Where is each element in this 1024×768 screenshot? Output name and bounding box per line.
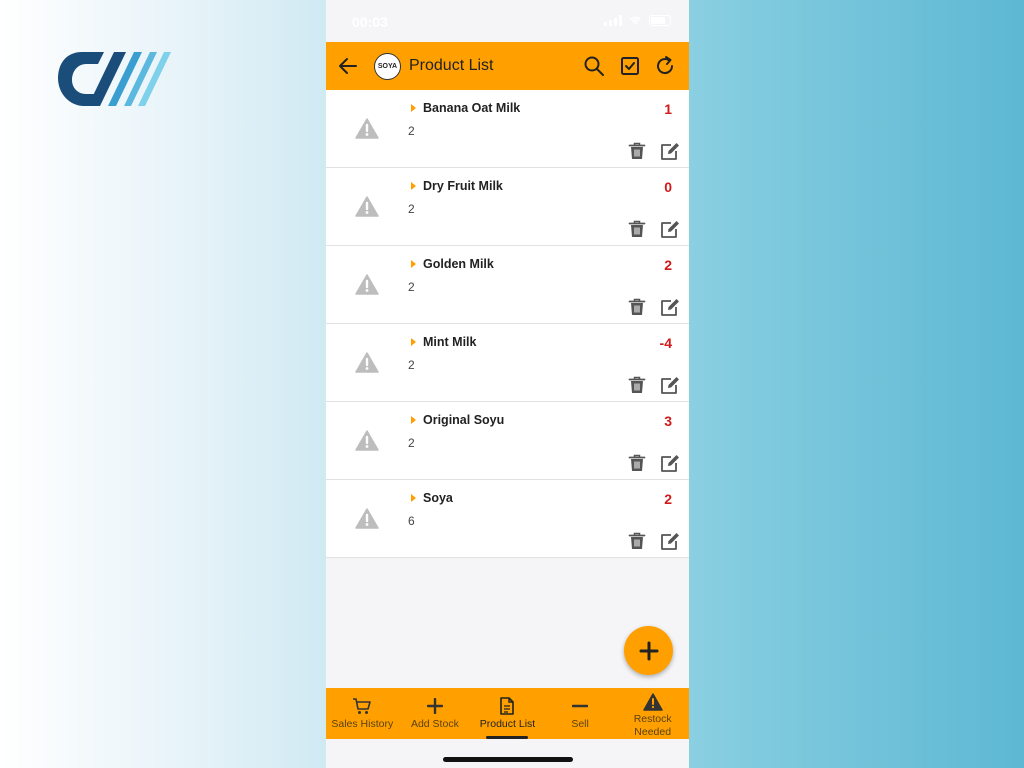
trash-icon[interactable] <box>628 532 646 550</box>
warning-icon <box>355 430 379 451</box>
document-icon <box>500 697 515 715</box>
plus-icon <box>426 698 443 714</box>
product-subtext: 6 <box>408 514 415 528</box>
nav-product-list[interactable]: Product List <box>471 688 544 739</box>
warning-icon <box>355 118 379 139</box>
expand-caret-icon[interactable] <box>411 182 416 190</box>
product-list: Banana Oat Milk 2 1 Dry Fruit Milk 2 0 G… <box>326 90 689 558</box>
minus-icon <box>572 704 589 708</box>
warning-icon <box>642 692 663 711</box>
app-logo: SOYA <box>374 53 401 80</box>
product-name: Soya <box>423 491 453 505</box>
edit-icon[interactable] <box>660 376 680 394</box>
expand-caret-icon[interactable] <box>411 104 416 112</box>
edit-icon[interactable] <box>660 454 680 472</box>
trash-icon[interactable] <box>628 454 646 472</box>
product-row[interactable]: Mint Milk 2 -4 <box>326 324 689 402</box>
product-name: Original Soyu <box>423 413 505 427</box>
trash-icon[interactable] <box>628 220 646 238</box>
product-subtext: 2 <box>408 436 415 450</box>
product-subtext: 2 <box>408 280 415 294</box>
home-indicator-area <box>326 739 689 768</box>
product-row[interactable]: Dry Fruit Milk 2 0 <box>326 168 689 246</box>
battery-icon <box>649 15 671 26</box>
nav-sell[interactable]: Sell <box>544 688 617 739</box>
warning-icon <box>355 274 379 295</box>
home-indicator[interactable] <box>443 757 573 762</box>
status-time: 00:03 <box>352 14 388 30</box>
nav-restock-needed[interactable]: Restock Needed <box>616 688 689 739</box>
add-product-button[interactable] <box>624 626 673 675</box>
trash-icon[interactable] <box>628 298 646 316</box>
edit-icon[interactable] <box>660 220 680 238</box>
nav-label: Restock Needed <box>633 713 672 738</box>
bottom-nav: Sales History Add Stock Product List Sel… <box>326 688 689 739</box>
product-row[interactable]: Original Soyu 2 3 <box>326 402 689 480</box>
product-row[interactable]: Soya 6 2 <box>326 480 689 558</box>
nav-sales-history[interactable]: Sales History <box>326 688 399 739</box>
wifi-icon <box>629 16 642 25</box>
back-arrow-icon[interactable] <box>336 54 360 78</box>
product-name: Golden Milk <box>423 257 494 271</box>
trash-icon[interactable] <box>628 376 646 394</box>
product-subtext: 2 <box>408 202 415 216</box>
product-name: Banana Oat Milk <box>423 101 521 115</box>
refresh-icon[interactable] <box>653 54 677 78</box>
nav-label: Sales History <box>331 718 394 730</box>
warning-icon <box>355 352 379 373</box>
product-row[interactable]: Banana Oat Milk 2 1 <box>326 90 689 168</box>
product-subtext: 2 <box>408 124 415 138</box>
product-quantity: 2 <box>664 257 672 273</box>
edit-icon[interactable] <box>660 532 680 550</box>
phone-screen: 00:03 SOYA Product List Banana Oat Milk … <box>326 0 689 768</box>
nav-label: Sell <box>571 718 589 730</box>
signal-icon <box>604 15 622 26</box>
app-logo-text: SOYA <box>377 63 398 70</box>
page-title: Product List <box>409 57 494 74</box>
status-bar: 00:03 <box>326 0 689 42</box>
product-row[interactable]: Golden Milk 2 2 <box>326 246 689 324</box>
product-subtext: 2 <box>408 358 415 372</box>
expand-caret-icon[interactable] <box>411 338 416 346</box>
checkbox-icon[interactable] <box>618 54 642 78</box>
expand-caret-icon[interactable] <box>411 260 416 268</box>
product-quantity: 1 <box>664 101 672 117</box>
trash-icon[interactable] <box>628 142 646 160</box>
product-name: Mint Milk <box>423 335 477 349</box>
product-quantity: 2 <box>664 491 672 507</box>
app-bar: SOYA Product List <box>326 42 689 90</box>
edit-icon[interactable] <box>660 298 680 316</box>
product-quantity: 3 <box>664 413 672 429</box>
expand-caret-icon[interactable] <box>411 494 416 502</box>
nav-add-stock[interactable]: Add Stock <box>399 688 472 739</box>
plus-icon <box>639 641 658 660</box>
edit-icon[interactable] <box>660 142 680 160</box>
system-icons <box>604 15 671 26</box>
product-quantity: -4 <box>659 335 672 351</box>
product-quantity: 0 <box>664 179 672 195</box>
warning-icon <box>355 508 379 529</box>
search-icon[interactable] <box>582 54 606 78</box>
company-logo <box>58 52 171 106</box>
nav-label: Add Stock <box>410 718 459 730</box>
cart-icon <box>353 698 372 714</box>
expand-caret-icon[interactable] <box>411 416 416 424</box>
product-name: Dry Fruit Milk <box>423 179 503 193</box>
warning-icon <box>355 196 379 217</box>
nav-label: Product List <box>479 718 536 730</box>
